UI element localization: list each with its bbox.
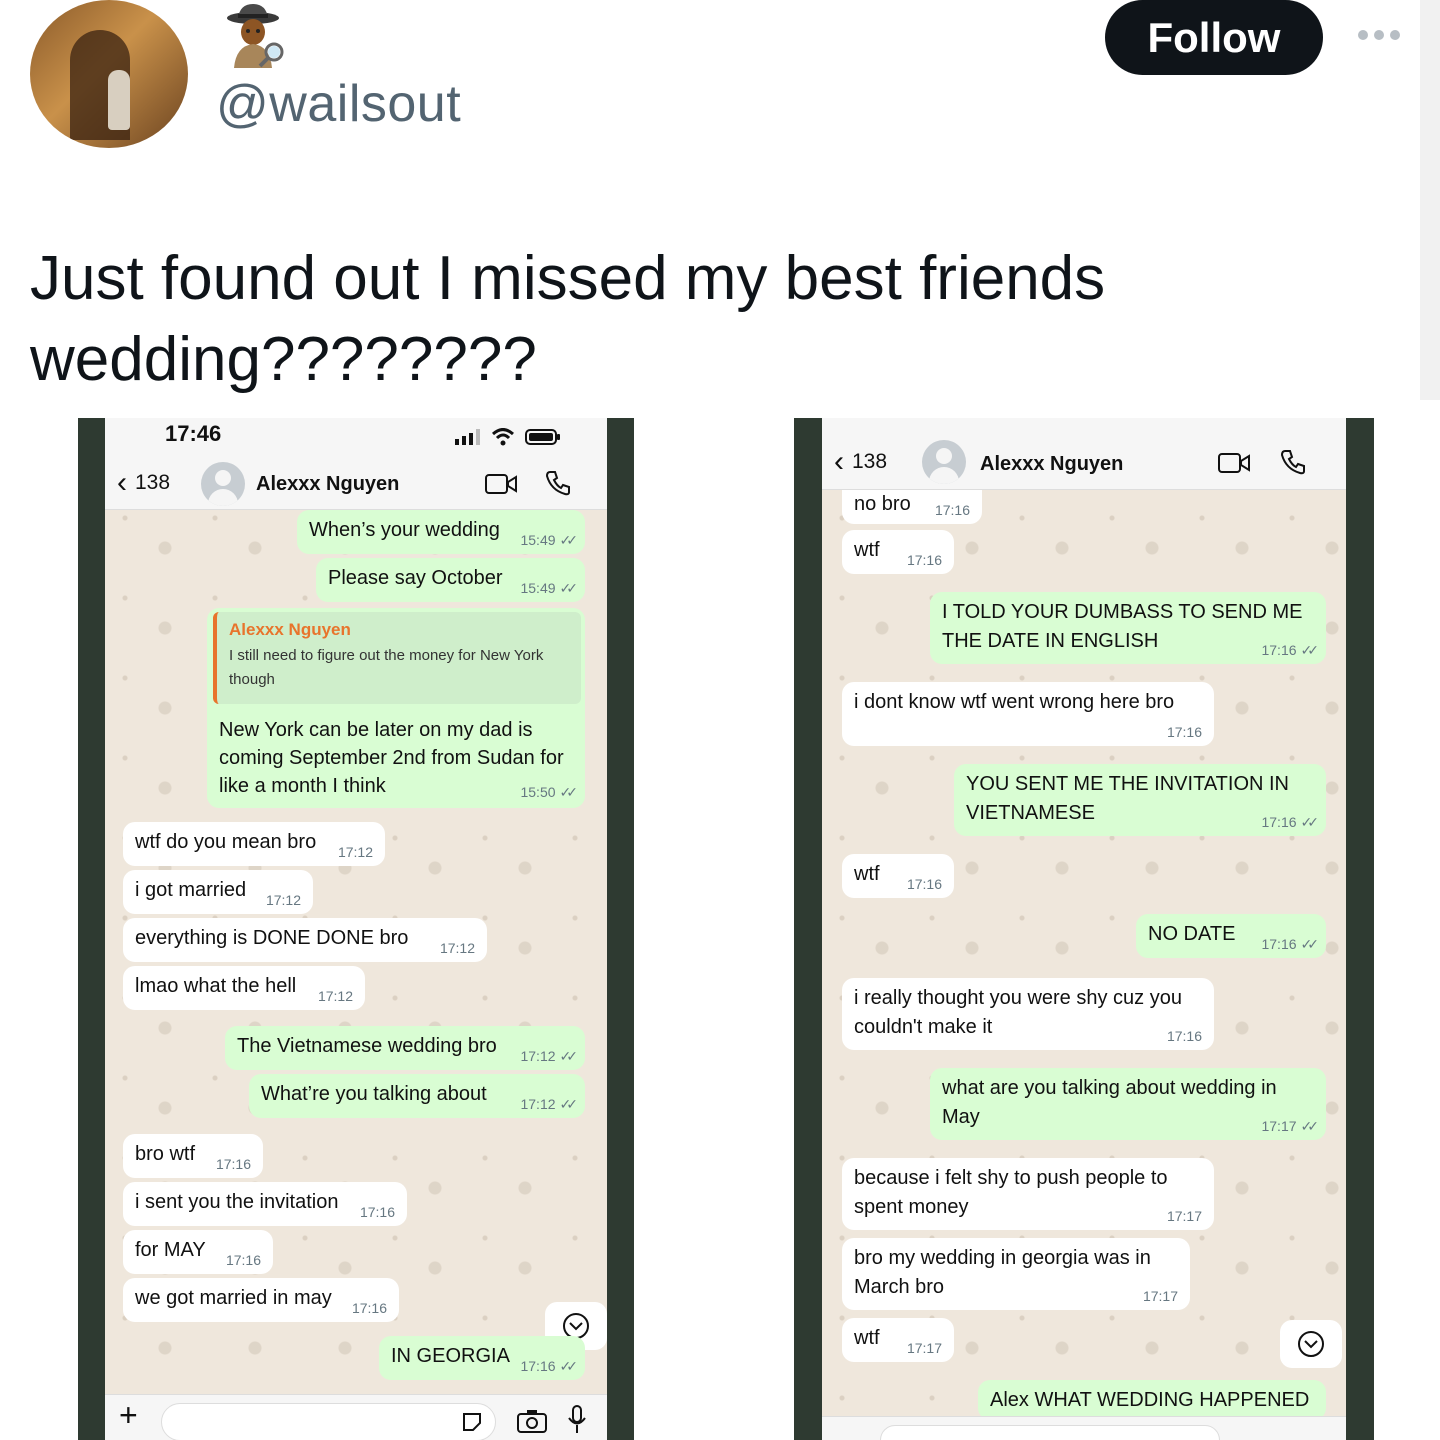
message-out[interactable]: The Vietnamese wedding bro 17:12 ✓✓ bbox=[225, 1026, 585, 1070]
read-ticks-icon: ✓✓ bbox=[559, 1048, 579, 1064]
message-in[interactable]: we got married in may 17:16 bbox=[123, 1278, 399, 1322]
left-screenshot: 17:46 ‹ 138 Alexxx Nguyen When’s your wed… bbox=[78, 418, 634, 1440]
status-bar: 17:46 bbox=[105, 418, 607, 460]
right-chat-screen: ‹ 138 Alexxx Nguyen no bro 17:16 wtf 17:16 … bbox=[822, 418, 1346, 1440]
video-call-icon[interactable] bbox=[485, 472, 517, 496]
plus-icon[interactable]: + bbox=[119, 1399, 138, 1431]
chevron-left-icon: ‹ bbox=[834, 445, 844, 478]
read-ticks-icon: ✓✓ bbox=[559, 1358, 579, 1374]
message-out[interactable]: I TOLD YOUR DUMBASS TO SEND ME THE DATE … bbox=[930, 592, 1326, 664]
left-chat-screen: 17:46 ‹ 138 Alexxx Nguyen When’s your wed… bbox=[105, 418, 607, 1440]
battery-icon bbox=[525, 429, 560, 445]
chevron-left-icon: ‹ bbox=[117, 466, 127, 499]
right-screenshot: ‹ 138 Alexxx Nguyen no bro 17:16 wtf 17:16 … bbox=[794, 418, 1374, 1440]
message-in[interactable]: wtf 17:16 bbox=[842, 530, 954, 574]
message-out[interactable]: What’re you talking about 17:12 ✓✓ bbox=[249, 1074, 585, 1118]
message-out[interactable]: When’s your wedding 15:49 ✓✓ bbox=[297, 510, 585, 554]
message-in[interactable]: because i felt shy to push people to spe… bbox=[842, 1158, 1214, 1230]
message-out[interactable]: IN GEORGIA 17:16 ✓✓ bbox=[379, 1336, 585, 1380]
read-ticks-icon: ✓✓ bbox=[559, 580, 579, 596]
quote-author: Alexxx Nguyen bbox=[229, 620, 351, 639]
scroll-down-button[interactable] bbox=[1280, 1320, 1342, 1368]
unread-count: 138 bbox=[135, 471, 171, 494]
read-ticks-icon: ✓✓ bbox=[559, 532, 579, 548]
message-in[interactable]: lmao what the hell 17:12 bbox=[123, 966, 365, 1010]
message-out[interactable]: YOU SENT ME THE INVITATION IN VIETNAMESE… bbox=[954, 764, 1326, 836]
chat-header: ‹ 138 Alexxx Nguyen bbox=[822, 418, 1346, 490]
read-ticks-icon: ✓✓ bbox=[1300, 936, 1320, 952]
more-options-icon[interactable] bbox=[1354, 22, 1404, 48]
microphone-icon[interactable] bbox=[567, 1405, 587, 1435]
user-handle[interactable]: @wailsout bbox=[216, 74, 461, 134]
scrollbar[interactable] bbox=[1420, 0, 1440, 400]
wifi-icon bbox=[491, 428, 515, 446]
message-text: New York can be later on my dad is comin… bbox=[219, 719, 579, 800]
message-input[interactable] bbox=[880, 1425, 1220, 1440]
reply-quote[interactable]: Alexxx Nguyen I still need to figure out… bbox=[213, 612, 581, 704]
message-in[interactable]: i sent you the invitation 17:16 bbox=[123, 1182, 407, 1226]
contact-avatar[interactable] bbox=[201, 462, 245, 506]
chat-header: ‹ 138 Alexxx Nguyen bbox=[105, 460, 607, 510]
page: @wailsout Follow Just found out I missed… bbox=[0, 0, 1440, 1440]
message-in[interactable]: everything is DONE DONE bro 17:12 bbox=[123, 918, 487, 962]
read-ticks-icon: ✓✓ bbox=[559, 1096, 579, 1112]
detective-emoji-icon bbox=[227, 4, 284, 68]
message-in[interactable]: no bro 17:16 bbox=[842, 490, 982, 524]
back-button[interactable]: ‹ 138 bbox=[834, 445, 888, 478]
phone-call-icon[interactable] bbox=[1280, 449, 1306, 475]
sticker-icon[interactable] bbox=[461, 1411, 483, 1433]
back-button[interactable]: ‹ 138 bbox=[117, 466, 171, 499]
input-bar: + bbox=[105, 1394, 607, 1440]
status-time: 17:46 bbox=[165, 421, 222, 446]
contact-avatar[interactable] bbox=[922, 440, 966, 484]
signal-icon bbox=[455, 429, 480, 445]
unread-count: 138 bbox=[852, 450, 888, 473]
message-in[interactable]: wtf 17:16 bbox=[842, 854, 954, 898]
message-in[interactable]: for MAY 17:16 bbox=[123, 1230, 273, 1274]
contact-name[interactable]: Alexxx Nguyen bbox=[980, 453, 1123, 476]
message-out[interactable]: NO DATE 17:16 ✓✓ bbox=[1136, 914, 1326, 958]
tweet-text: Just found out I missed my best friends … bbox=[30, 244, 1106, 394]
camera-icon[interactable] bbox=[517, 1409, 547, 1433]
message-in[interactable]: bro my wedding in georgia was in March b… bbox=[842, 1238, 1190, 1310]
message-out[interactable]: Please say October 15:49 ✓✓ bbox=[316, 558, 585, 602]
message-input[interactable] bbox=[161, 1403, 496, 1440]
message-out[interactable]: what are you talking about wedding in Ma… bbox=[930, 1068, 1326, 1140]
message-in[interactable]: i got married 17:12 bbox=[123, 870, 313, 914]
message-in[interactable]: i dont know wtf went wrong here bro 17:16 bbox=[842, 682, 1214, 746]
quote-text: I still need to figure out the money for… bbox=[229, 647, 544, 688]
read-ticks-icon: ✓✓ bbox=[1300, 814, 1320, 830]
message-in[interactable]: bro wtf 17:16 bbox=[123, 1134, 263, 1178]
follow-button[interactable]: Follow bbox=[1105, 0, 1323, 75]
message-in[interactable]: wtf 17:17 bbox=[842, 1318, 954, 1362]
contact-name[interactable]: Alexxx Nguyen bbox=[256, 473, 399, 496]
read-ticks-icon: ✓✓ bbox=[559, 784, 579, 800]
profile-avatar[interactable] bbox=[30, 0, 188, 148]
read-ticks-icon: ✓✓ bbox=[1300, 642, 1320, 658]
chevron-down-icon bbox=[1298, 1331, 1324, 1357]
video-call-icon[interactable] bbox=[1218, 451, 1250, 475]
phone-call-icon[interactable] bbox=[545, 470, 571, 496]
message-in[interactable]: i really thought you were shy cuz you co… bbox=[842, 978, 1214, 1050]
input-bar bbox=[822, 1416, 1346, 1440]
read-ticks-icon: ✓✓ bbox=[1300, 1118, 1320, 1134]
message-in[interactable]: wtf do you mean bro 17:12 bbox=[123, 822, 385, 866]
message-out[interactable]: Alex WHAT WEDDING HAPPENED bbox=[978, 1380, 1326, 1420]
